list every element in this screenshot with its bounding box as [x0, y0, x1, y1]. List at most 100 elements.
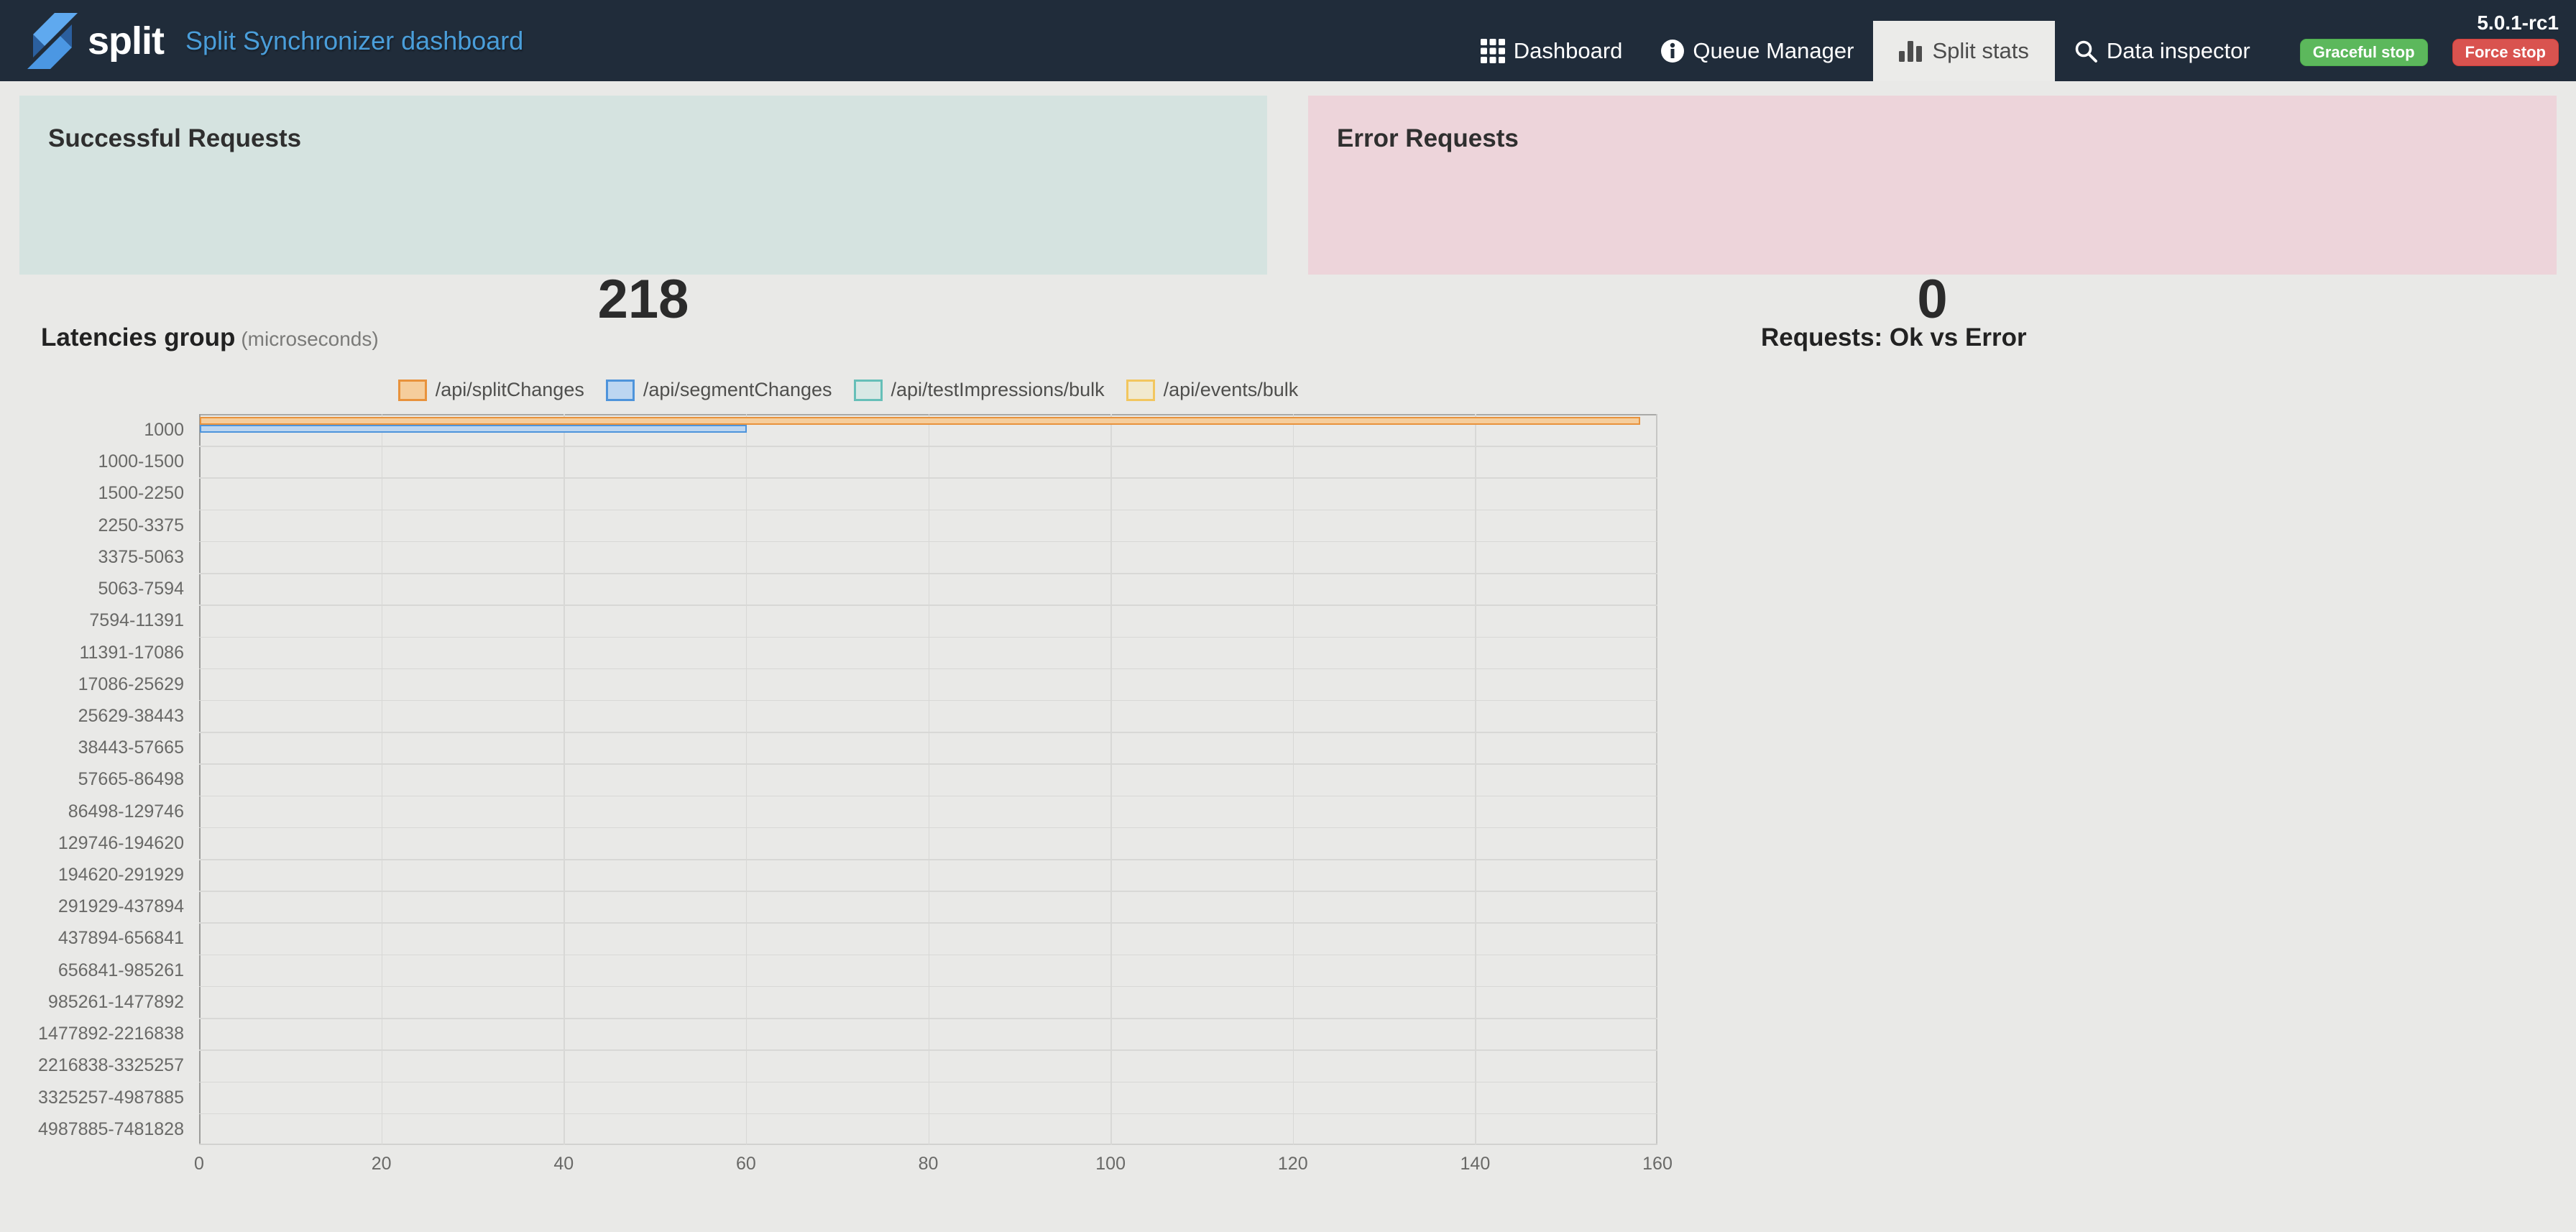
brand-link[interactable]: split Split Synchronizer dashboard: [0, 0, 523, 81]
row-separator: [199, 1113, 1657, 1115]
legend-item-events[interactable]: /api/events/bulk: [1126, 379, 1299, 401]
y-axis-category-label: 291929-437894: [0, 891, 184, 922]
legend-item-segmentchanges[interactable]: /api/segmentChanges: [606, 379, 832, 401]
y-axis-category-label: 129746-194620: [0, 827, 184, 859]
x-axis-tick-label: 120: [1257, 1154, 1329, 1174]
gridline-vertical: [564, 414, 565, 1145]
y-axis-category-label: 11391-17086: [0, 637, 184, 668]
row-separator: [199, 446, 1657, 447]
gridline-vertical: [929, 414, 930, 1145]
y-axis-category-label: 57665-86498: [0, 763, 184, 795]
requests-section-title: Requests: Ok vs Error: [1761, 323, 2027, 352]
legend-label: /api/splitChanges: [436, 379, 584, 401]
gridline-vertical: [1475, 414, 1476, 1145]
row-separator: [199, 922, 1657, 924]
legend-label: /api/testImpressions/bulk: [891, 379, 1105, 401]
row-separator: [199, 604, 1657, 606]
y-axis-category-label: 4987885-7481828: [0, 1113, 184, 1145]
x-axis-tick-label: 60: [710, 1154, 782, 1174]
legend-swatch: [854, 380, 883, 401]
gridline-vertical: [382, 414, 383, 1145]
row-separator: [199, 1018, 1657, 1019]
error-requests-card: Error Requests 0: [1308, 96, 2557, 275]
nav-item-queue-manager[interactable]: Queue Manager: [1642, 21, 1873, 81]
legend-swatch: [398, 380, 427, 401]
row-separator: [199, 1082, 1657, 1083]
x-axis-tick-label: 80: [893, 1154, 965, 1174]
nav-item-label: Split stats: [1932, 38, 2028, 64]
nav-item-label: Data inspector: [2107, 38, 2250, 64]
bar-chart-icon: [1899, 40, 1923, 62]
x-axis-tick-label: 160: [1622, 1154, 1693, 1174]
y-axis-category-label: 985261-1477892: [0, 986, 184, 1018]
nav-item-label: Dashboard: [1514, 38, 1623, 64]
y-axis-category-label: 1000: [0, 414, 184, 446]
brand-wordmark: split: [88, 19, 164, 63]
force-stop-button[interactable]: Force stop: [2452, 39, 2559, 66]
x-axis-tick-label: 20: [346, 1154, 418, 1174]
legend-swatch: [606, 380, 635, 401]
nav-item-split-stats[interactable]: Split stats: [1873, 21, 2054, 81]
row-separator: [199, 763, 1657, 765]
error-requests-value: 0: [1308, 268, 2557, 331]
y-axis-category-label: 7594-11391: [0, 604, 184, 636]
gridline-vertical: [1293, 414, 1294, 1145]
row-separator: [199, 827, 1657, 829]
row-separator: [199, 796, 1657, 797]
y-axis-category-label: 194620-291929: [0, 859, 184, 891]
row-separator: [199, 955, 1657, 956]
error-requests-title: Error Requests: [1308, 96, 2557, 153]
gridline-vertical: [746, 414, 748, 1145]
y-axis-category-label: 5063-7594: [0, 573, 184, 604]
latency-bar-/api/splitChanges[interactable]: [200, 417, 1640, 425]
chart-legend: /api/splitChanges /api/segmentChanges /a…: [0, 379, 1696, 401]
y-axis-category-label: 3375-5063: [0, 541, 184, 573]
legend-label: /api/events/bulk: [1164, 379, 1299, 401]
latency-chart-x-axis: 020406080100120140160: [199, 1154, 1657, 1182]
app-title: Split Synchronizer dashboard: [185, 26, 523, 56]
row-separator: [199, 891, 1657, 892]
y-axis-category-label: 2250-3375: [0, 510, 184, 541]
successful-requests-value: 218: [19, 268, 1267, 331]
split-logo-icon: [27, 13, 78, 69]
nav-item-dashboard[interactable]: Dashboard: [1461, 21, 1642, 81]
row-separator: [199, 859, 1657, 860]
legend-item-testimpressions[interactable]: /api/testImpressions/bulk: [854, 379, 1105, 401]
row-separator: [199, 573, 1657, 574]
legend-label: /api/segmentChanges: [643, 379, 832, 401]
row-separator: [199, 637, 1657, 638]
gridline-vertical: [1110, 414, 1112, 1145]
y-axis-category-label: 3325257-4987885: [0, 1082, 184, 1113]
row-separator: [199, 541, 1657, 543]
nav-item-data-inspector[interactable]: Data inspector: [2055, 21, 2270, 81]
y-axis-category-label: 656841-985261: [0, 955, 184, 986]
info-icon: [1661, 40, 1684, 63]
y-axis-category-label: 86498-129746: [0, 796, 184, 827]
split-sync-dashboard-page: split Split Synchronizer dashboard Dashb…: [0, 0, 2576, 1232]
row-separator: [199, 510, 1657, 511]
row-separator: [199, 668, 1657, 670]
row-separator: [199, 700, 1657, 702]
main-nav: Dashboard Queue Manager: [1461, 0, 2576, 81]
graceful-stop-button[interactable]: Graceful stop: [2300, 39, 2428, 66]
y-axis-category-label: 17086-25629: [0, 668, 184, 700]
row-separator: [199, 732, 1657, 733]
row-separator: [199, 1049, 1657, 1051]
legend-item-splitchanges[interactable]: /api/splitChanges: [398, 379, 584, 401]
latencies-title-unit: (microseconds): [241, 328, 378, 350]
successful-requests-card: Successful Requests 218: [19, 96, 1267, 275]
grid-icon: [1481, 39, 1505, 63]
x-axis-tick-label: 0: [163, 1154, 235, 1174]
legend-swatch: [1126, 380, 1155, 401]
latency-chart-plot-area: [199, 414, 1657, 1145]
y-axis-category-label: 1477892-2216838: [0, 1018, 184, 1049]
x-axis-tick-label: 100: [1075, 1154, 1146, 1174]
plot-right-border: [1656, 414, 1657, 1145]
version-label: 5.0.1-rc1: [2477, 12, 2559, 35]
latencies-title-text: Latencies group: [41, 323, 235, 351]
y-axis-line: [199, 414, 201, 1145]
y-axis-category-label: 38443-57665: [0, 732, 184, 763]
x-axis-tick-label: 140: [1439, 1154, 1511, 1174]
row-separator: [199, 986, 1657, 988]
latency-bar-/api/segmentChanges[interactable]: [200, 425, 747, 433]
